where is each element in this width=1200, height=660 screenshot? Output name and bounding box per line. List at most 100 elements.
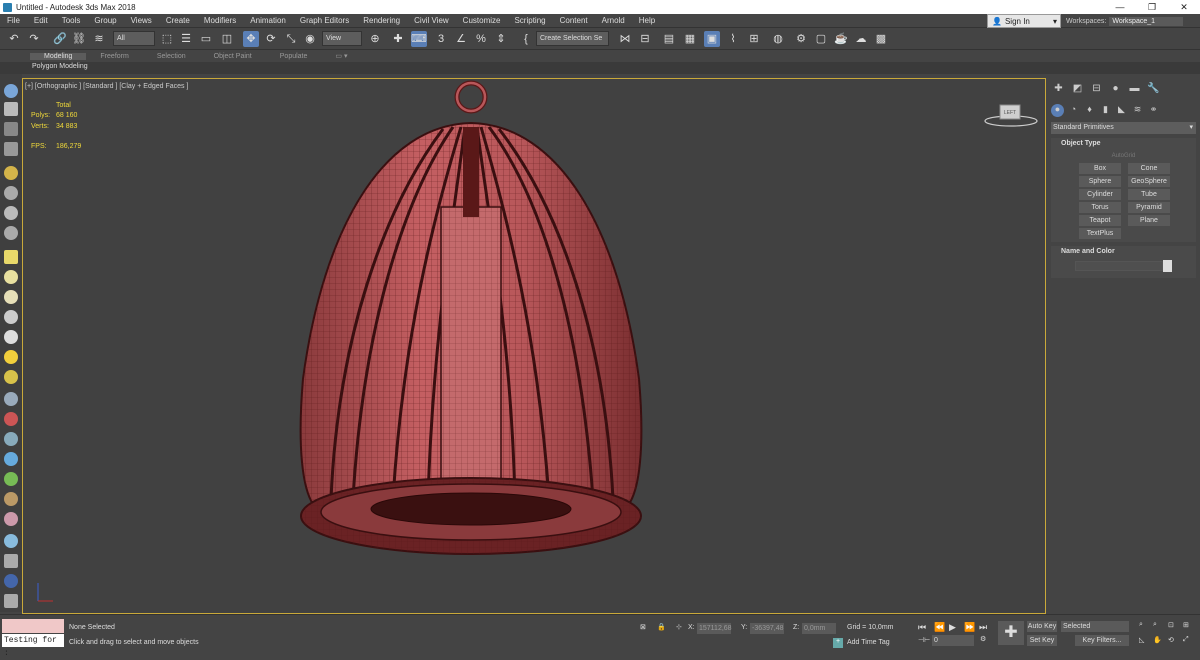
cameras-icon[interactable]: ▮ — [1099, 104, 1112, 117]
torus-button[interactable]: Torus — [1079, 202, 1121, 213]
hierarchy-icon[interactable] — [4, 122, 18, 136]
menu-modifiers[interactable]: Modifiers — [197, 16, 243, 25]
zoom-extents-icon[interactable]: ⊡ — [1168, 621, 1174, 629]
next-frame-icon[interactable]: ⏩ — [964, 622, 975, 633]
zoom-extents-all-icon[interactable]: ⊞ — [1183, 621, 1189, 629]
menu-animation[interactable]: Animation — [243, 16, 293, 25]
key-set-dropdown[interactable]: Selected — [1061, 621, 1129, 632]
z-coordinate-field[interactable]: 0,0mm — [802, 623, 836, 634]
box-button[interactable]: Box — [1079, 163, 1121, 174]
plane-button[interactable]: Plane — [1128, 215, 1170, 226]
x-coordinate-field[interactable]: 157112,68 — [697, 623, 732, 634]
render-production-icon[interactable]: ☕ — [833, 31, 849, 47]
zoom-icon[interactable]: ⌕ — [1139, 621, 1143, 629]
selection-filter-dropdown[interactable]: All — [113, 31, 155, 46]
light-icon[interactable] — [4, 166, 18, 180]
motion-icon[interactable] — [4, 142, 18, 156]
place-icon[interactable]: ◉ — [302, 31, 318, 47]
menu-views[interactable]: Views — [124, 16, 159, 25]
align-icon[interactable]: ⊟ — [637, 31, 653, 47]
rendered-frame-window-icon[interactable]: ▢ — [813, 31, 829, 47]
menu-help[interactable]: Help — [632, 16, 662, 25]
object-name-field[interactable] — [1075, 261, 1163, 271]
minimize-button[interactable]: — — [1104, 2, 1136, 13]
zoom-all-icon[interactable]: ⌕ — [1153, 621, 1157, 629]
render-setup-icon[interactable]: ⚙ — [793, 31, 809, 47]
render-cloud-icon[interactable]: ☁ — [853, 31, 869, 47]
tab-object-paint[interactable]: Object Paint — [200, 53, 266, 60]
lights-icon[interactable]: ♦ — [1083, 104, 1096, 117]
box-icon[interactable] — [4, 250, 18, 264]
omni-light-icon[interactable] — [4, 370, 18, 384]
select-scale-icon[interactable]: ⤡ — [283, 31, 299, 47]
viewport[interactable]: [+] [Orthographic ] [Standard ] [Clay + … — [22, 78, 1046, 614]
add-time-tag[interactable]: Add Time Tag — [847, 639, 890, 646]
menu-content[interactable]: Content — [553, 16, 595, 25]
time-tag-icon[interactable]: + — [833, 638, 843, 648]
manipulate-icon[interactable]: ✚ — [390, 31, 406, 47]
autogrid-checkbox[interactable]: AutoGrid — [1051, 153, 1196, 159]
maxscript-listener-pink[interactable] — [2, 619, 64, 633]
dynamics-icon[interactable] — [4, 432, 18, 446]
set-keys-icon[interactable]: ✚ — [998, 621, 1024, 645]
toggle-ribbon-icon[interactable]: ▣ — [704, 31, 720, 47]
sphere-button[interactable]: Sphere — [1079, 176, 1121, 187]
environment-sphere-icon[interactable] — [4, 534, 18, 548]
redo-icon[interactable]: ↷ — [26, 31, 42, 47]
xref-icon[interactable] — [4, 594, 18, 608]
geometry-icon[interactable]: ● — [1051, 104, 1064, 117]
bind-space-warp-icon[interactable]: ≋ — [91, 31, 107, 47]
spinner-snap-icon[interactable]: ⇕ — [493, 31, 509, 47]
orbit-icon[interactable]: ⟲ — [1168, 636, 1174, 644]
cone-button[interactable]: Cone — [1128, 163, 1170, 174]
container-icon[interactable] — [4, 554, 18, 568]
menu-create[interactable]: Create — [159, 16, 197, 25]
unlink-icon[interactable]: ⛓ — [71, 31, 87, 47]
select-rotate-icon[interactable]: ⟳ — [263, 31, 279, 47]
object-type-header[interactable]: Object Type — [1051, 138, 1196, 150]
menu-graph-editors[interactable]: Graph Editors — [293, 16, 356, 25]
helper-icon[interactable] — [4, 206, 18, 220]
absolute-mode-icon[interactable]: ⊹ — [676, 623, 682, 631]
curve-editor-icon[interactable]: ⌇ — [725, 31, 741, 47]
name-color-header[interactable]: Name and Color — [1051, 246, 1196, 258]
menu-civil-view[interactable]: Civil View — [407, 16, 456, 25]
motion-tab-icon[interactable]: ● — [1108, 83, 1123, 97]
sphere-icon[interactable] — [4, 290, 18, 304]
space-warps-icon[interactable]: ≋ — [1131, 104, 1144, 117]
go-to-end-icon[interactable]: ⏭ — [979, 622, 987, 633]
sign-in-dropdown[interactable]: 👤 Sign In ▾ — [987, 14, 1061, 28]
set-key-button[interactable]: Set Key — [1027, 635, 1057, 646]
maximize-viewport-icon[interactable]: ⤢ — [1183, 636, 1189, 644]
maxscript-mini-listener[interactable]: Testing for : — [2, 634, 64, 658]
mirror-icon[interactable]: ⋈ — [617, 31, 633, 47]
reference-coord-dropdown[interactable]: View — [322, 31, 362, 46]
torus-icon[interactable] — [4, 310, 18, 324]
a360-gallery-icon[interactable]: ▩ — [873, 31, 889, 47]
window-crossing-icon[interactable]: ◫ — [219, 31, 235, 47]
space-warp-icon[interactable] — [4, 226, 18, 240]
layer-explorer-icon[interactable]: ▦ — [682, 31, 698, 47]
particles-icon[interactable] — [4, 392, 18, 406]
create-tab-icon[interactable]: ✚ — [1051, 83, 1066, 97]
select-by-name-icon[interactable]: ☰ — [178, 31, 194, 47]
close-button[interactable]: ✕ — [1168, 2, 1200, 13]
menu-edit[interactable]: Edit — [27, 16, 55, 25]
pivot-center-icon[interactable]: ⊕ — [367, 31, 383, 47]
viewport-label[interactable]: [+] [Orthographic ] [Standard ] [Clay + … — [25, 83, 188, 90]
key-mode-icon[interactable]: ⊣⊢ — [918, 636, 930, 644]
link-icon[interactable]: 🔗 — [52, 31, 68, 47]
reactor-icon[interactable] — [4, 412, 18, 426]
scene-explorer-icon[interactable]: ▤ — [661, 31, 677, 47]
lamp-mesh[interactable] — [293, 79, 663, 559]
time-configuration-icon[interactable]: ⚙ — [980, 635, 986, 643]
menu-arnold[interactable]: Arnold — [595, 16, 632, 25]
display-tab-icon[interactable]: ▬ — [1127, 83, 1142, 97]
cone-icon[interactable] — [4, 330, 18, 344]
named-selection-dropdown[interactable]: Create Selection Se — [536, 31, 609, 46]
foliage-icon[interactable] — [4, 472, 18, 486]
sun-icon[interactable] — [4, 350, 18, 364]
rect-selection-icon[interactable]: ▭ — [198, 31, 214, 47]
viewcube[interactable]: LEFT — [983, 99, 1039, 129]
percent-snap-icon[interactable]: % — [473, 31, 489, 47]
